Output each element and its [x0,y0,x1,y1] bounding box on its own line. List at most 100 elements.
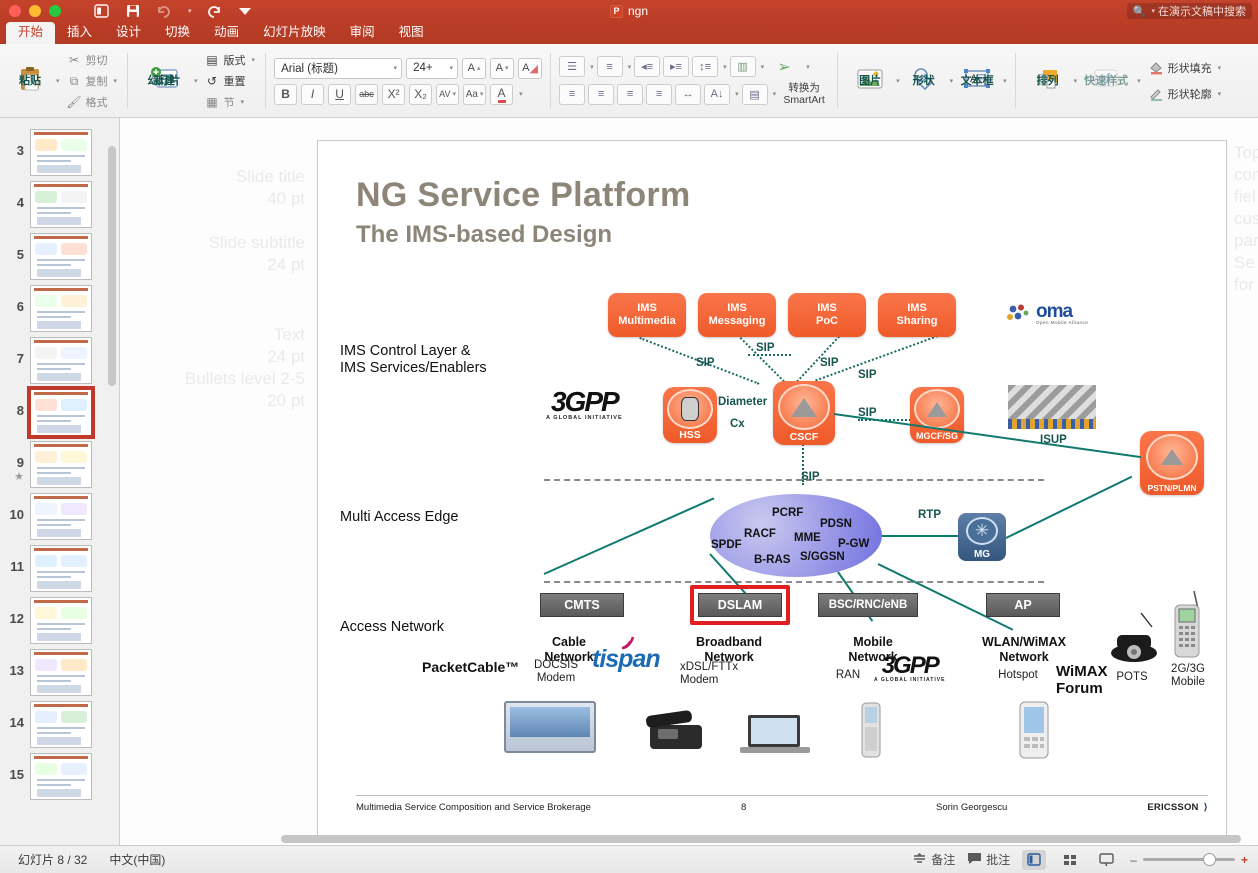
bullets-button[interactable]: ☰ [559,56,586,77]
format-painter-button[interactable]: 🖌 格式 [65,93,120,111]
line-spacing-button[interactable]: ↕≡ [692,56,719,77]
chevron-down-icon[interactable]: ▾ [735,90,739,98]
decrease-indent-button[interactable]: ◂≡ [634,56,661,77]
thumbnail-scrollbar[interactable] [108,146,116,386]
chevron-down-icon[interactable]: ▾ [394,64,398,72]
slide-thumbnail-preview[interactable] [30,649,92,696]
slide-editor-canvas[interactable]: Slide title 40 pt Slide subtitle 24 pt T… [121,118,1258,845]
slide-thumbnail-preview[interactable] [30,233,92,280]
chevron-down-icon[interactable]: ▾ [1218,64,1222,72]
slide-thumbnail-list[interactable]: 3 4 5 6 7 8 9 ★ 10 11 12 13 14 15 [0,124,119,800]
zoom-in-button[interactable]: + [1241,853,1248,867]
underline-button[interactable]: U [328,83,352,105]
new-slide-dropdown-caret[interactable]: ▾ [194,77,198,85]
chevron-down-icon[interactable]: ▾ [773,90,777,98]
canvas-horizontal-scrollbar[interactable] [281,835,1241,843]
sidebar-toggle-icon[interactable] [93,3,110,20]
slide-thumbnail-item[interactable]: 7 [0,332,119,384]
change-case-button[interactable]: Aa ▾ [463,83,487,105]
access-box-ap[interactable]: AP [986,593,1060,617]
font-color-dropdown-caret[interactable]: ▾ [519,90,523,98]
zoom-control[interactable]: – + [1130,853,1248,867]
node-media-gateway[interactable]: ✳ MG [958,513,1006,561]
layout-button[interactable]: ▤ 版式 ▾ [203,51,258,69]
slide-thumbnail-preview[interactable] [30,129,92,176]
view-presentation-button[interactable] [1094,850,1118,870]
chevron-down-icon[interactable]: ▾ [761,63,765,71]
maximize-window-button[interactable] [49,5,61,17]
chevron-down-icon[interactable]: ▾ [452,90,456,98]
justify-button[interactable]: ≡ [646,83,673,105]
slide-thumbnail-preview[interactable] [30,493,92,540]
picture-button[interactable]: 图片 [846,68,894,94]
selection-rectangle-dslam[interactable] [690,585,790,625]
quick-styles-dropdown-caret[interactable]: ▾ [1137,77,1141,85]
textbox-button[interactable]: A 文本框 [953,68,1001,94]
slide-thumbnail-preview[interactable] [30,753,92,800]
paste-button[interactable]: 粘贴 [6,66,54,96]
font-size-select[interactable]: 24+ ▾ [406,57,459,79]
window-controls[interactable] [9,5,61,17]
strikethrough-button[interactable]: abc [355,83,379,105]
slide-thumbnail-item[interactable]: 9 ★ [0,436,119,488]
access-box-bsc-rnc-enb[interactable]: BSC/RNC/eNB [818,593,918,617]
slide-thumbnail-item[interactable]: 6 [0,280,119,332]
slide-thumbnail-item[interactable]: 8 [0,384,119,439]
slide-thumbnail-item[interactable]: 15 [0,748,119,800]
chevron-down-icon[interactable]: ▾ [723,63,727,71]
convert-to-smartart-button[interactable]: 转换为 SmartArt [779,82,829,106]
tab-home[interactable]: 开始 [6,22,56,44]
section-button[interactable]: ▦ 节 ▾ [203,93,258,111]
character-spacing-button[interactable]: AV ▾ [436,83,460,105]
font-name-select[interactable]: Arial (标题) ▾ [274,57,403,79]
tab-slideshow[interactable]: 幻灯片放映 [251,22,338,44]
slide-subtitle[interactable]: The IMS-based Design [356,221,612,249]
slide-thumbnail-preview[interactable] [30,545,92,592]
node-mgcf-sg[interactable]: MGCF/SG [910,387,964,443]
cut-button[interactable]: ✂ 剪切 [65,51,120,69]
slide-thumbnail-item[interactable]: 12 [0,592,119,644]
chevron-down-icon[interactable]: ▾ [806,63,810,71]
slide-thumbnail-preview[interactable] [30,701,92,748]
chevron-down-icon[interactable]: ▾ [1218,90,1222,98]
align-text-button[interactable]: ▤ [741,83,768,105]
slide-thumbnail-item[interactable]: 14 [0,696,119,748]
slide-thumbnail-item[interactable]: 10 [0,488,119,540]
access-box-cmts[interactable]: CMTS [540,593,624,617]
undo-dropdown-caret[interactable]: ▾ [188,7,192,15]
slide-thumbnail-preview[interactable] [30,441,92,488]
slide-thumbnail-preview[interactable] [30,285,92,332]
reset-button[interactable]: ↺ 重置 [203,72,258,90]
chevron-down-icon[interactable]: ▾ [590,63,594,71]
slide-thumbnail-preview[interactable] [30,181,92,228]
chevron-down-icon[interactable]: ▾ [480,90,484,98]
italic-button[interactable]: I [301,83,325,105]
numbering-button[interactable]: ≡ [596,56,623,77]
slide-thumbnail-pane[interactable]: 3 4 5 6 7 8 9 ★ 10 11 12 13 14 15 [0,118,120,845]
copy-dropdown-caret[interactable]: ▾ [114,77,118,85]
shape-fill-button[interactable]: 形状填充 ▾ [1147,59,1224,77]
smartart-icon[interactable]: ➢ [767,56,801,77]
slide-thumbnail-item[interactable]: 11 [0,540,119,592]
tab-view[interactable]: 视图 [387,22,436,44]
font-color-button[interactable]: A [490,83,514,105]
ims-box-poc[interactable]: IMS PoC [788,293,866,337]
search-caret-icon[interactable]: ▾ [1151,7,1155,15]
shape-outline-button[interactable]: 形状轮廓 ▾ [1147,85,1224,103]
chevron-down-icon[interactable]: ▾ [450,64,454,72]
ims-box-multimedia[interactable]: IMS Multimedia [608,293,686,337]
new-slide-button[interactable]: 新建 幻灯片 [136,67,192,95]
notes-button[interactable]: 备注 [912,851,955,868]
layout-dropdown-caret[interactable]: ▾ [252,56,256,64]
slide-thumbnail-item[interactable]: 3 [0,124,119,176]
minimize-window-button[interactable] [29,5,41,17]
align-left-button[interactable]: ≡ [559,83,586,105]
ribbon-tabs[interactable]: 开始 插入 设计 切换 动画 幻灯片放映 审阅 视图 [0,22,1258,44]
slide-thumbnail-preview[interactable] [30,597,92,644]
shape-button[interactable]: 形状 [900,68,948,94]
zoom-out-button[interactable]: – [1130,853,1137,867]
bold-button[interactable]: B [274,83,298,105]
tab-transitions[interactable]: 切换 [153,22,202,44]
text-direction-button[interactable]: A↓ [704,83,731,105]
node-hss[interactable]: HSS [663,387,717,443]
